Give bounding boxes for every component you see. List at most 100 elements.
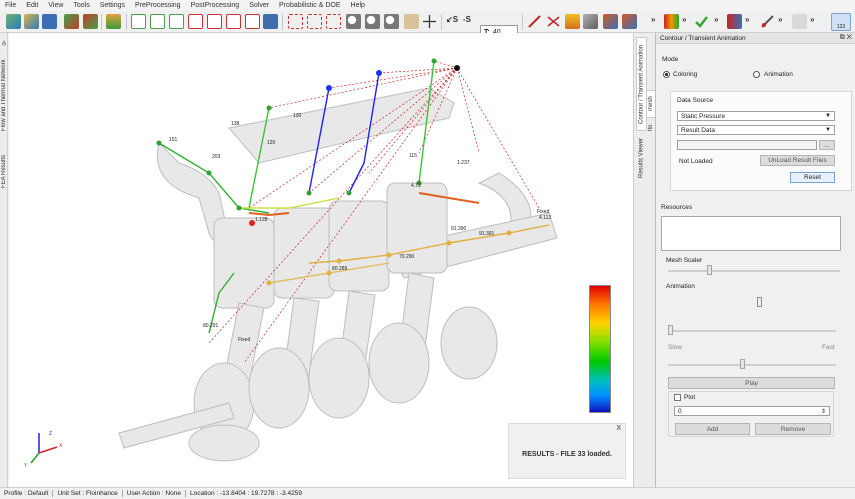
result-file-input[interactable] (677, 140, 817, 150)
panel-window-buttons[interactable]: ⧉ ✕ (840, 34, 852, 42)
speed-slider-thumb[interactable] (740, 359, 745, 369)
mesh-edit-icon[interactable] (622, 14, 637, 29)
mode-coloring-radio[interactable] (663, 71, 670, 78)
axis-view-7-icon[interactable] (245, 14, 260, 29)
zoom-out-icon[interactable] (384, 14, 399, 29)
check-icon[interactable] (694, 14, 709, 29)
node-label: 4.73 (411, 183, 421, 189)
node-label-count: 123 (836, 24, 846, 30)
mesh-scaler-thumb[interactable] (707, 265, 712, 275)
animation-label: Animation (666, 283, 695, 290)
menu-help[interactable]: Help (346, 2, 370, 9)
panel-tab-strip: Contour / Transient Animation Results Vi… (633, 33, 656, 487)
plot-value-stepper[interactable]: 0 ⇕ (674, 406, 830, 416)
crank-web-5 (440, 306, 498, 380)
zoom-icon[interactable] (346, 14, 361, 29)
left-tab-pin-icon[interactable]: ⚲ (0, 35, 8, 51)
menu-preprocessing[interactable]: PreProcessing (130, 2, 186, 9)
status-bar: Profile : Default Unit Set : Floinhance … (0, 487, 855, 499)
axis-triad (30, 433, 58, 464)
axis-view-3-icon[interactable] (169, 14, 184, 29)
axis-view-4-icon[interactable] (188, 14, 203, 29)
shrink-plus-icon[interactable]: ↙S (446, 15, 458, 24)
piston-2 (273, 207, 335, 299)
new-model-icon[interactable] (6, 14, 21, 29)
resources-list[interactable] (661, 216, 841, 251)
menu-postprocessing[interactable]: PostProcessing (186, 2, 245, 9)
axis-view-1-icon[interactable] (131, 14, 146, 29)
import-icon[interactable] (64, 14, 79, 29)
contour-icon[interactable] (664, 14, 679, 29)
monitor-icon[interactable] (263, 14, 278, 29)
reset-button[interactable]: Reset (790, 172, 835, 183)
tab-results-viewer[interactable]: Results Viewer (636, 134, 647, 182)
add-button[interactable]: Add (675, 423, 750, 435)
3d-viewport[interactable]: 138 130 203 120 151 115 1.237 Fixed 91.3… (9, 33, 633, 487)
mode-animation-radio[interactable] (753, 71, 760, 78)
frame-slider-track[interactable] (668, 330, 836, 332)
select-nodes-icon[interactable] (307, 14, 322, 29)
menu-view[interactable]: View (43, 2, 68, 9)
crank-web-4 (368, 322, 430, 404)
save-icon[interactable] (42, 14, 57, 29)
pan-hand-icon[interactable] (404, 14, 419, 29)
export-icon[interactable] (83, 14, 98, 29)
open-model-icon[interactable] (24, 14, 39, 29)
result-type-select[interactable]: Result Data ▼ (677, 125, 835, 135)
toolbar-overflow-6[interactable]: » (810, 15, 814, 24)
toolbar-overflow-3[interactable]: » (714, 15, 718, 24)
browse-button[interactable]: ... (819, 140, 835, 150)
plot-checkbox[interactable] (674, 394, 681, 401)
pipe-icon[interactable] (792, 14, 807, 29)
axis-view-5-icon[interactable] (207, 14, 222, 29)
frame-slider-thumb[interactable] (668, 325, 673, 335)
menu-edit[interactable]: Edit (21, 2, 43, 9)
toolbar-overflow-5[interactable]: » (778, 15, 782, 24)
tab-fea-results[interactable]: FEA Results (0, 141, 8, 201)
histogram-icon[interactable] (727, 14, 742, 29)
speed-slider-track[interactable] (668, 364, 836, 366)
node-label: 91.390 (451, 226, 467, 232)
close-icon[interactable]: X (616, 425, 621, 432)
toolbar-overflow-2[interactable]: » (682, 15, 686, 24)
select-elements-icon[interactable] (326, 14, 341, 29)
node-label: 120 (267, 140, 276, 146)
node-label-toggle[interactable]: 123 (831, 13, 851, 31)
remove-button[interactable]: Remove (755, 423, 831, 435)
select-box-icon[interactable] (288, 14, 303, 29)
play-button[interactable]: Play (668, 377, 835, 389)
axis-x-label: X (59, 443, 63, 449)
bar-chart-icon[interactable] (565, 14, 580, 29)
tab-flow-thermal-network[interactable]: Flow and Thermal Network (0, 51, 8, 139)
menu-probabilistic-doe[interactable]: Probabilistic & DOE (274, 2, 345, 9)
axis-view-6-icon[interactable] (226, 14, 241, 29)
shrink-minus-icon[interactable]: -S (463, 15, 471, 24)
node-label: 1.237 (457, 160, 470, 166)
results-message: RESULTS - FILE 33 loaded. (522, 451, 612, 458)
axis-z-label: Z (49, 431, 53, 437)
cut-plane-icon[interactable] (546, 14, 561, 29)
zoom-in-icon[interactable] (365, 14, 380, 29)
menu-settings[interactable]: Settings (95, 2, 130, 9)
unload-result-files-button[interactable]: UnLoad Result Files (760, 155, 835, 166)
move-icon[interactable] (422, 14, 437, 29)
node-label: 80.291 (203, 323, 219, 329)
connector-icon[interactable] (760, 14, 775, 29)
toolbar-overflow-1[interactable]: » (651, 15, 655, 24)
toolbar-overflow-4[interactable]: » (745, 15, 749, 24)
user-icon[interactable] (106, 14, 121, 29)
axis-view-2-icon[interactable] (150, 14, 165, 29)
menu-tools[interactable]: Tools (68, 2, 94, 9)
panel-title: Contour / Transient Animation (660, 34, 746, 42)
file-status: Not Loaded (679, 158, 713, 165)
variable-select[interactable]: Static Pressure ▼ (677, 111, 835, 121)
line-tool-icon[interactable] (527, 14, 542, 29)
engine-model-render (30, 58, 558, 464)
mesh-tool-icon[interactable] (603, 14, 618, 29)
menu-file[interactable]: File (0, 2, 21, 9)
mesh-scaler-track[interactable] (668, 270, 840, 272)
cube-icon[interactable] (583, 14, 598, 29)
flywheel (188, 424, 260, 462)
crank-web-2 (248, 347, 310, 429)
menu-solver[interactable]: Solver (244, 2, 274, 9)
